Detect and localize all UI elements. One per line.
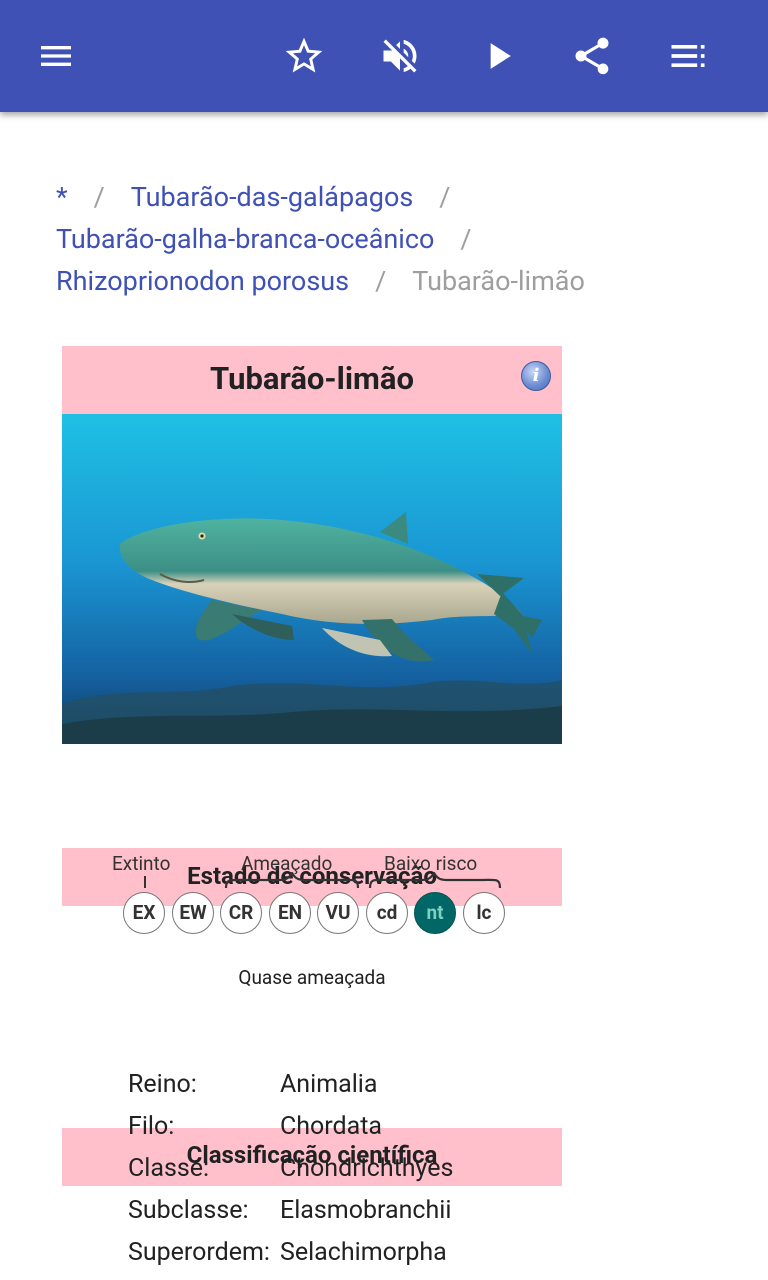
favorite-button[interactable]: [276, 28, 332, 84]
taxonomy-rank: Reino:: [128, 1070, 197, 1099]
species-photo[interactable]: [62, 414, 562, 744]
taxonomy-row: Superordem: Selachimorpha: [128, 1232, 453, 1274]
taxonomy-row: Filo: Chordata: [128, 1106, 453, 1148]
breadcrumb-separator: /: [375, 265, 387, 297]
status-caption: Quase ameaçada: [238, 966, 386, 989]
status-code-vu: VU: [317, 892, 359, 934]
status-code-ex: EX: [123, 892, 165, 934]
taxonomy-value[interactable]: Selachimorpha: [280, 1238, 447, 1267]
star-outline-icon: [285, 37, 323, 73]
info-icon[interactable]: i: [521, 361, 551, 391]
lemon-shark-image: [62, 414, 562, 744]
status-code-cd: cd: [366, 892, 408, 934]
breadcrumb: * / Tubarão-das-galápagos / Tubarão-galha-b…: [56, 176, 736, 302]
breadcrumb-current: Tubarão-limão: [412, 265, 585, 297]
breadcrumb-link-root[interactable]: *: [56, 181, 68, 213]
taxonomy-table: Reino: Animalia Filo: Chordata Classe: Chon…: [128, 1064, 453, 1274]
status-code-cr: CR: [220, 892, 262, 934]
menu-icon: [41, 46, 71, 66]
taxonomy-rank: Classe:: [128, 1154, 210, 1183]
volume-off-icon: [383, 39, 417, 73]
playlist-icon: [671, 45, 705, 67]
play-button[interactable]: [470, 28, 526, 84]
taxonomy-value[interactable]: Elasmobranchii: [280, 1196, 451, 1225]
status-code-nt-active: nt: [414, 892, 456, 934]
status-code-ew: EW: [172, 892, 214, 934]
play-icon: [490, 43, 511, 69]
taxonomy-value[interactable]: Chordata: [280, 1112, 382, 1141]
breadcrumb-link-rhizoprionodon[interactable]: Rhizoprionodon porosus: [56, 265, 349, 297]
conservation-status-scale: Extinto Ameaçado Baixo risco EX EW CR EN…: [110, 850, 520, 940]
infobox-title-header: Tubarão-limão i: [62, 346, 562, 414]
taxonomy-rank: Superordem:: [128, 1238, 270, 1267]
status-code-lc: lc: [463, 892, 505, 934]
mute-button[interactable]: [372, 28, 428, 84]
infobox-title: Tubarão-limão: [210, 360, 414, 397]
taxonomy-value[interactable]: Chondrichthyes: [280, 1154, 453, 1183]
breadcrumb-separator: /: [439, 181, 451, 213]
breadcrumb-separator: /: [93, 181, 105, 213]
taxonomy-rank: Subclasse:: [128, 1196, 249, 1225]
taxonomy-row: Reino: Animalia: [128, 1064, 453, 1106]
contents-button[interactable]: [660, 28, 716, 84]
breadcrumb-separator: /: [460, 223, 472, 255]
taxonomy-row: Classe: Chondrichthyes: [128, 1148, 453, 1190]
share-button[interactable]: [564, 28, 620, 84]
status-code-en: EN: [269, 892, 311, 934]
taxonomy-row: Subclasse: Elasmobranchii: [128, 1190, 453, 1232]
breadcrumb-link-galapagos-shark[interactable]: Tubarão-das-galápagos: [131, 181, 414, 213]
taxonomy-value[interactable]: Animalia: [280, 1070, 377, 1099]
menu-button[interactable]: [28, 28, 84, 84]
app-toolbar: [0, 0, 768, 112]
taxonomy-rank: Filo:: [128, 1112, 175, 1141]
share-icon: [575, 37, 609, 75]
breadcrumb-link-oceanic-whitetip[interactable]: Tubarão-galha-branca-oceânico: [56, 223, 434, 255]
